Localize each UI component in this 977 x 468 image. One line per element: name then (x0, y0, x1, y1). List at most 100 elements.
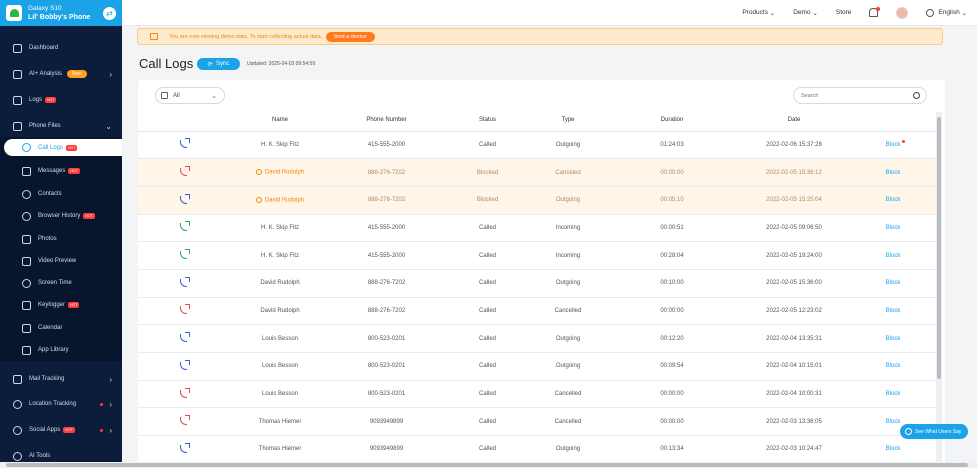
table-row: Thomas Hiemer 9093949899 Called Cancelled 00… (138, 407, 938, 437)
sidebar-item-social-apps[interactable]: Social Apps HOT › (0, 420, 122, 440)
hot-badge: HOT (68, 302, 80, 308)
sidebar-item-video-preview[interactable]: Video Preview (0, 251, 122, 271)
sidebar-item-photos[interactable]: Photos (0, 229, 122, 249)
outgoing-call-icon (179, 332, 190, 343)
cell-duration: 00:09:54 (604, 352, 740, 381)
see-what-users-say-label: See What Users Say (915, 428, 962, 435)
sidebar-item-messages[interactable]: Messages HOT (0, 161, 122, 181)
bind-device-button[interactable]: bind a device (326, 31, 375, 42)
cell-action: Block (848, 324, 938, 353)
cell-status: Called (443, 214, 532, 243)
cell-action: Block (848, 380, 938, 409)
block-button[interactable]: Block (886, 253, 901, 259)
dashboard-icon (13, 43, 22, 53)
col-duration: Duration (604, 110, 740, 132)
sidebar-item-location-tracking[interactable]: Location Tracking › (0, 394, 122, 414)
switch-device-icon[interactable]: ⇄ (103, 6, 116, 20)
cell-status: Called (443, 131, 532, 160)
logs-icon (13, 95, 22, 105)
cell-direction (138, 186, 230, 215)
horizontal-scrollbar-thumb[interactable] (6, 463, 968, 467)
cell-direction (138, 352, 230, 381)
block-button[interactable]: Block (886, 446, 901, 452)
account-button[interactable] (896, 6, 909, 19)
cell-direction (138, 435, 230, 464)
cell-phone: 800-523-0201 (330, 324, 443, 353)
notifications-button[interactable] (869, 7, 881, 17)
block-button[interactable]: Block (886, 225, 901, 231)
col-type: Type (532, 110, 604, 132)
sidebar-item-logs[interactable]: Logs HOT (0, 90, 122, 110)
chevron-down-icon: ⌄ (812, 9, 818, 17)
demo-menu[interactable]: Demo ⌄ (793, 9, 818, 17)
search-icon[interactable] (913, 92, 920, 99)
block-button[interactable]: Block (886, 197, 901, 203)
cell-status: Called (443, 380, 532, 409)
cell-duration: 00:00:51 (604, 214, 740, 243)
block-label: Block (885, 418, 901, 425)
block-button[interactable]: Block (886, 391, 901, 397)
block-button[interactable]: Block (886, 139, 906, 148)
cell-status: Called (443, 269, 532, 298)
demo-banner: You are now viewing demo data. To start … (137, 28, 943, 45)
cell-name: Louis Besson (230, 352, 330, 381)
cell-direction (138, 324, 230, 353)
sidebar-item-label: Screen Time (38, 280, 72, 286)
horizontal-scrollbar[interactable] (0, 462, 977, 468)
device-switcher[interactable]: Galaxy S10 Lil' Bobby's Phone ⇄ (0, 0, 122, 26)
sidebar-item-browser-history[interactable]: Browser History HOT (0, 206, 122, 226)
cell-type: Outgoing (532, 324, 604, 353)
col-name: Name (230, 110, 330, 132)
sidebar-item-screen-time[interactable]: Screen Time (0, 273, 122, 293)
block-button[interactable]: Block (886, 363, 901, 369)
bell-icon (869, 7, 881, 17)
sidebar-item-label: Browser History (38, 213, 81, 219)
see-what-users-say-button[interactable]: See What Users Say (900, 424, 968, 439)
sidebar-item-keylogger[interactable]: Keylogger HOT (0, 295, 122, 315)
cell-name: H. K. Skip Fitz (230, 214, 330, 243)
sidebar-item-calendar[interactable]: Calendar (0, 318, 122, 338)
cancelled-call-icon (179, 166, 190, 177)
cell-action: Block (848, 297, 938, 326)
cell-name: David Rudolph (230, 297, 330, 326)
sidebar-item-contacts[interactable]: Contacts (0, 184, 122, 204)
sidebar-item-label: Location Tracking (29, 401, 77, 407)
sidebar-item-app-library[interactable]: App Library (0, 340, 122, 360)
sync-button[interactable]: ⟳ Sync (197, 58, 240, 70)
hot-badge: HOT (45, 97, 57, 103)
updated-timestamp: Updated: 2025-04-03 09:54:59 (247, 61, 316, 67)
contact-name: H. K. Skip Fitz (260, 141, 299, 148)
sidebar-item-label: AI Tools (29, 453, 51, 459)
vertical-scrollbar-thumb[interactable] (937, 117, 941, 379)
cell-date: 2022-02-05 15:36:00 (740, 269, 848, 298)
cell-name: David Rudolph (230, 186, 330, 215)
block-button[interactable]: Block (886, 308, 901, 314)
sidebar-item-label: Phone Files (29, 123, 61, 129)
sidebar-item-mail-tracking[interactable]: Mail Tracking › (0, 369, 122, 389)
cell-date: 2022-02-05 15:25:04 (740, 186, 848, 215)
sidebar-item-dashboard[interactable]: Dashboard (0, 38, 122, 58)
col-date: Date (740, 110, 848, 132)
cell-status: Called (443, 352, 532, 381)
block-button[interactable]: Block (886, 280, 901, 286)
outgoing-call-icon (179, 276, 190, 288)
cell-direction (138, 407, 230, 437)
filter-select[interactable]: All ⌄ (155, 87, 225, 104)
store-link[interactable]: Store (836, 9, 852, 16)
cell-date: 2022-02-04 13:35:31 (740, 324, 848, 353)
cell-duration: 00:12:20 (604, 324, 740, 353)
products-menu[interactable]: Products ⌄ (742, 9, 775, 17)
search-input[interactable] (794, 88, 904, 103)
sidebar-item-ai-analysis[interactable]: AI+ Analysis New › (0, 64, 122, 84)
block-button[interactable]: Block (886, 170, 901, 176)
block-button[interactable]: Block (886, 419, 901, 425)
sidebar-item-call-logs[interactable]: Call Logs HOT (4, 139, 122, 156)
cell-type: Outgoing (532, 186, 604, 215)
sidebar-item-phone-files[interactable]: Phone Files ⌄ (0, 116, 122, 136)
block-button[interactable]: Block (886, 336, 901, 342)
sidebar-item-label: Logs (29, 97, 43, 103)
cell-direction (138, 214, 230, 243)
products-label: Products (742, 9, 768, 16)
language-selector[interactable]: English ⌄ (926, 8, 967, 17)
cell-name: Thomas Hiemer (230, 435, 330, 464)
